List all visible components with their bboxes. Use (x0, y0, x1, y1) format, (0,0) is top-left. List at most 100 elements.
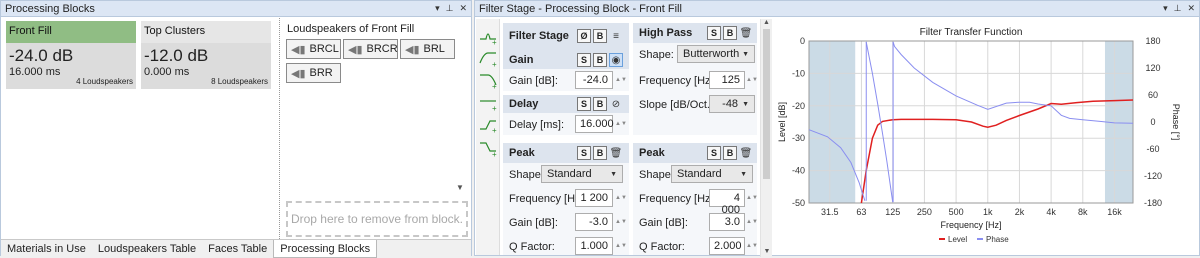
speaker-label: BRR (309, 67, 333, 79)
speaker-button[interactable]: ◀▮ BRL (400, 39, 455, 59)
slope-select[interactable]: -48 ▼ (709, 95, 755, 113)
svg-text:+: + (492, 104, 497, 113)
peak-q-input[interactable]: 2.000 (709, 237, 745, 255)
x-axis-label: Frequency [Hz] (940, 220, 1001, 230)
delay-spinner[interactable]: ▲▼ (615, 115, 627, 133)
y2-tick-label: -60 (1146, 144, 1159, 154)
gain-spinner[interactable]: ▲▼ (746, 213, 758, 231)
highpass-shape-select[interactable]: Butterworth ▼ (677, 45, 755, 63)
peak-gain-input[interactable]: -3.0 (575, 213, 613, 231)
add-high-shelf-icon[interactable]: + (480, 120, 497, 135)
close-icon[interactable]: ✕ (1187, 3, 1195, 14)
solo-button[interactable]: S (707, 26, 721, 40)
bypass-button[interactable]: B (593, 146, 607, 160)
speaker-button[interactable]: ◀▮ BRCR (343, 39, 398, 59)
add-low-shelf-icon[interactable]: + (480, 142, 497, 159)
speaker-button[interactable]: ◀▮ BRCL (286, 39, 341, 59)
chevron-down-icon: ▼ (610, 170, 617, 178)
processing-blocks-panel: Processing Blocks ▾ ⊥ ✕ Front Fill -24.0… (0, 0, 472, 258)
tab-processing-blocks[interactable]: Processing Blocks (273, 240, 378, 258)
pin-icon[interactable]: ⊥ (1174, 3, 1182, 14)
phase-invert-button[interactable]: Ø (577, 29, 591, 43)
bypass-button[interactable]: B (593, 53, 607, 67)
peak-frequency-input[interactable]: 4 000 (709, 189, 745, 216)
panel-title: Processing Blocks (5, 2, 95, 15)
frequency-label: Frequency [Hz]: (639, 193, 717, 205)
dropdown-icon[interactable]: ▾ (1163, 3, 1168, 14)
chart-title: Filter Transfer Function (920, 27, 1023, 38)
delay-input[interactable]: 16.000 (575, 115, 614, 133)
block-card-level: -12.0 dB (144, 46, 209, 65)
y2-tick-label: -180 (1144, 198, 1162, 208)
speaker-label: BRCL (309, 43, 339, 55)
y2-tick-label: -120 (1144, 171, 1162, 181)
close-icon[interactable]: ✕ (459, 3, 467, 14)
add-lowpass-icon[interactable]: + (480, 74, 497, 91)
bypass-button[interactable]: B (593, 97, 607, 111)
add-peak-filter-icon[interactable]: + (480, 33, 497, 47)
tab-loudspeakers-table[interactable]: Loudspeakers Table (92, 240, 202, 258)
add-gain-icon[interactable]: + (480, 100, 497, 113)
visibility-eye-icon[interactable]: ◉ (609, 53, 623, 67)
highpass-frequency-input[interactable]: 125 (709, 71, 745, 89)
add-highpass-icon[interactable]: + (479, 52, 497, 69)
frequency-spinner[interactable]: ▲▼ (746, 71, 758, 89)
delete-icon[interactable]: 🗑 (739, 146, 753, 160)
tab-faces-table[interactable]: Faces Table (202, 240, 273, 258)
tab-materials[interactable]: Materials in Use (1, 240, 92, 258)
speaker-label: BRCR (366, 43, 398, 55)
visibility-hidden-icon[interactable]: ⊘ (609, 97, 623, 111)
delete-icon[interactable]: 🗑 (609, 146, 623, 160)
gain-spinner[interactable]: ▲▼ (615, 213, 627, 231)
block-card-top-clusters[interactable]: Top Clusters -12.0 dB 0.000 ms 8 Loudspe… (141, 21, 271, 89)
x-tick-label: 500 (949, 207, 964, 217)
x-tick-label: 8k (1078, 207, 1088, 217)
dropdown-icon[interactable]: ▾ (435, 3, 440, 14)
solo-button[interactable]: S (707, 146, 721, 160)
peak-gain-input[interactable]: 3.0 (709, 213, 745, 231)
solo-button[interactable]: S (577, 146, 591, 160)
filter-transfer-chart: 31.5 63 125 250 500 1k 2k 4k 8k 16k 0 -10 -20 -30 -40 -… (777, 27, 1181, 244)
y2-axis-label: Phase [°] (1171, 104, 1181, 141)
q-spinner[interactable]: ▲▼ (615, 237, 627, 255)
gain-field-label: Gain [dB]: (509, 75, 558, 87)
speaker-button[interactable]: ◀▮ BRR (286, 63, 341, 83)
frequency-spinner[interactable]: ▲▼ (746, 189, 758, 207)
bypass-button[interactable]: B (723, 146, 737, 160)
gain-spinner[interactable]: ▲▼ (615, 71, 627, 89)
peak-shape-select[interactable]: Standard ▼ (671, 165, 753, 183)
peak-q-input[interactable]: 1.000 (575, 237, 613, 255)
q-spinner[interactable]: ▲▼ (746, 237, 758, 255)
block-card-front-fill[interactable]: Front Fill -24.0 dB 16.000 ms 4 Loudspea… (6, 21, 136, 89)
scroll-thumb[interactable] (763, 29, 770, 179)
frequency-spinner[interactable]: ▲▼ (615, 189, 627, 207)
bypass-button[interactable]: B (723, 26, 737, 40)
peak-label: Peak (639, 147, 665, 159)
y-tick-label: -20 (792, 101, 805, 111)
delete-icon[interactable]: 🗑 (739, 26, 753, 40)
gain-field-label: Gain [dB]: (639, 217, 688, 229)
gain-input[interactable]: -24.0 (575, 71, 613, 89)
speaker-label: BRL (423, 43, 445, 55)
chevron-down-icon: ▼ (740, 170, 747, 178)
menu-icon[interactable]: ≡ (609, 29, 623, 43)
bypass-button[interactable]: B (593, 29, 607, 43)
solo-button[interactable]: S (577, 97, 591, 111)
drop-zone[interactable]: Drop here to remove from block. (286, 201, 468, 237)
pin-icon[interactable]: ⊥ (446, 3, 454, 14)
scroll-down-arrow[interactable]: ▼ (761, 248, 773, 255)
block-card-count: 4 Loudspeakers (76, 77, 133, 86)
scroll-down-arrow[interactable]: ▼ (456, 183, 464, 192)
peak-frequency-input[interactable]: 1 200 (575, 189, 613, 207)
filter-stage-block: Filter Stage Ø B ≡ (503, 23, 629, 51)
solo-button[interactable]: S (577, 53, 591, 67)
block-card-header: Front Fill (6, 21, 136, 43)
panel-splitter[interactable] (279, 18, 282, 239)
highpass-block: High Pass S B 🗑 Shape: Butterworth ▼ Freq… (633, 23, 758, 135)
peak-shape-select[interactable]: Standard ▼ (541, 165, 623, 183)
scroll-up-arrow[interactable]: ▲ (761, 19, 772, 29)
y2-tick-label: 180 (1145, 36, 1160, 46)
x-tick-label: 1k (983, 207, 993, 217)
slope-value: -48 (722, 98, 739, 110)
filter-scrollbar[interactable]: ▲ ▼ (760, 19, 772, 257)
